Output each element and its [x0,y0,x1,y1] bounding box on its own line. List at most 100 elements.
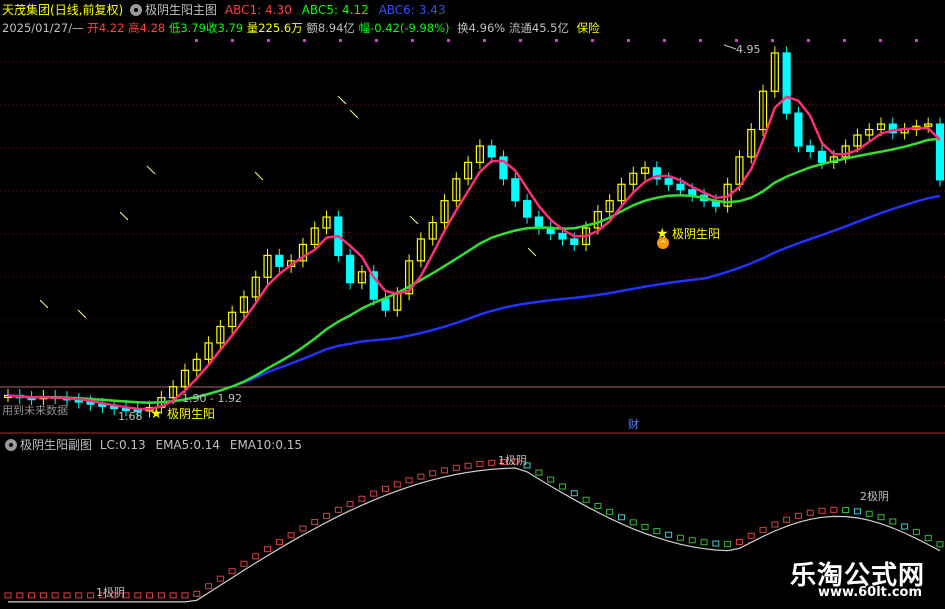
arrow-icon [409,215,419,225]
ema5-label: EMA5: [155,438,194,452]
ema10-label: EMA10: [229,438,276,452]
sub-dot [417,473,425,480]
sub-dot [629,519,637,526]
sub-dot [441,467,449,474]
sub-dot [476,461,484,468]
sub-dot [901,523,909,530]
sub-dot [747,532,755,539]
top-dot [807,39,810,42]
sub-dot [547,476,555,483]
top-dot [231,39,234,42]
sub-dot [617,514,625,521]
candle-body [570,238,579,246]
sub-dot [688,537,696,544]
sub-dot [771,521,779,528]
sub-dot [4,592,12,599]
signal-label-2: 极阴生阳 [672,227,720,241]
sub-dot [889,518,897,525]
sub-dot [535,469,543,476]
sub-dot [641,523,649,530]
sub-dot [853,508,861,515]
signal-arrows [39,95,537,319]
candle-body [275,254,284,267]
top-dot [375,39,378,42]
sub-dot [311,519,319,526]
sub-indicator-name[interactable]: 极阴生阳副图 [20,438,92,452]
ema5-value: 0.14 [193,438,221,452]
sub-dot [87,592,95,599]
sub-dot [606,508,614,515]
signal-label-1: 极阴生阳 [167,407,215,421]
arrow-icon [527,247,537,257]
sub-dot [794,512,802,519]
top-dot [267,39,270,42]
candle-body [688,189,697,196]
arrow-icon [254,171,264,181]
sub-dot [936,541,944,548]
candle-body [817,150,827,163]
top-dot [663,39,666,42]
top-dot [447,39,450,42]
lc-label: LC: [99,438,119,452]
sub-dot [558,483,566,490]
sub-dot [16,592,24,599]
range-label: 1.90 - 1.92 [182,392,242,405]
chart-canvas[interactable]: 4.95 1.68 1.90 - 1.92 用到未来数据 财 ★ 极阴生阳 ★ … [0,0,945,609]
sub-dot [264,546,272,553]
sub-dot [818,507,826,514]
sub-dot [806,509,814,516]
candle-body [794,112,803,147]
candle-body [806,145,815,153]
lc-value: 0.13 [118,438,146,452]
sub-dot [865,510,873,517]
top-dot [519,39,522,42]
sub-dot [299,525,307,532]
sub-dot [842,507,850,514]
candle-body [487,145,496,158]
top-dot [591,39,594,42]
signal-coin-glyph: ^ [659,240,667,250]
sub-dot [228,568,236,575]
sub-dot [146,592,154,599]
arrow-icon [39,299,49,309]
sub-dot [275,539,283,546]
top-dot [195,39,198,42]
sub-settings-gear-icon[interactable] [5,439,17,451]
candle-body [381,298,390,311]
ma-blue-line [7,194,941,404]
arrow-icon [77,309,87,319]
sub-dot [724,541,732,548]
sub-dot [735,538,743,545]
candle-body [511,178,520,202]
sub-dot [51,592,59,599]
signal-star-icon: ★ [150,406,163,422]
sub-dot [912,529,920,536]
ema10-value: 0.15 [275,438,303,452]
sub-dot [181,592,189,599]
sub-dot [334,506,342,513]
top-dot [735,39,738,42]
candle-body [935,123,945,181]
top-dot [915,39,918,42]
top-dot [483,39,486,42]
sub-marker-1: 1极阴 [96,585,125,599]
future-data-warning: 用到未来数据 [2,403,68,417]
arrow-icon [146,165,156,175]
top-dot-markers [195,39,918,42]
top-dot [555,39,558,42]
candle-body [676,183,685,191]
arrow-icon [119,211,129,221]
sub-dot [75,592,83,599]
top-dot [303,39,306,42]
sub-dot [783,516,791,523]
sub-dot [594,502,602,509]
finance-marker[interactable]: 财 [628,417,639,431]
sub-dot [169,592,177,599]
sub-dot [405,477,413,484]
top-dot [771,39,774,42]
sub-dot [464,462,472,469]
top-dot [843,39,846,42]
sub-dot [358,495,366,502]
sub-dot [665,531,673,538]
watermark-url: www.60lt.com [818,585,923,600]
